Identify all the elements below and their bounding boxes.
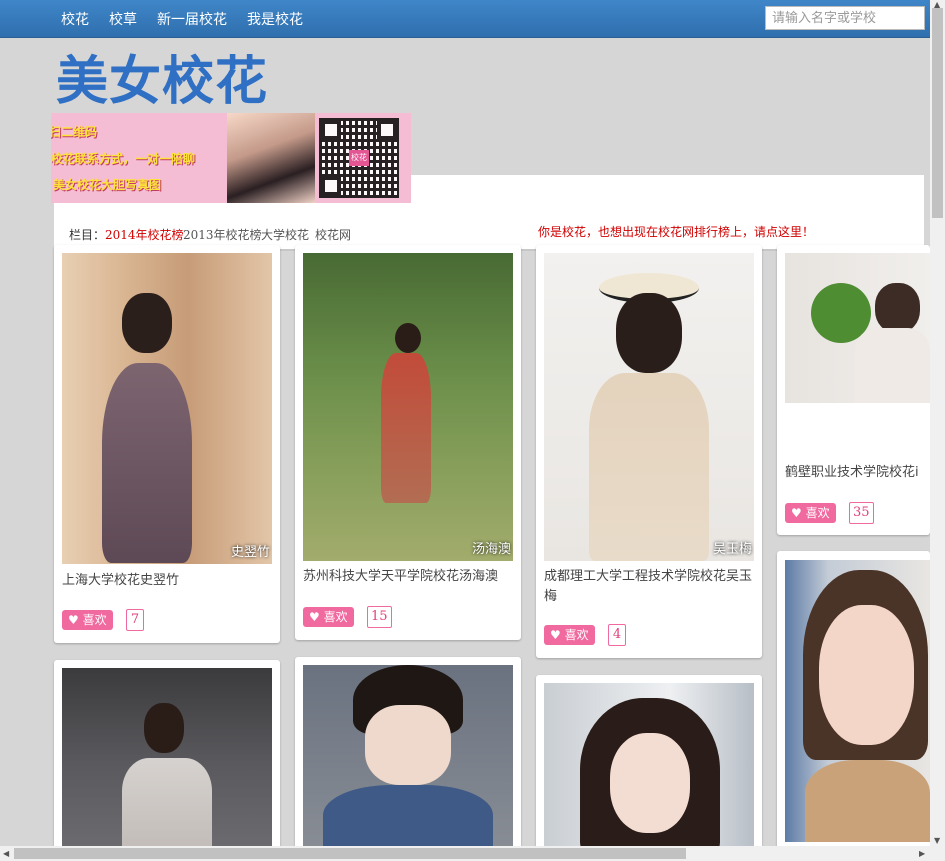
qr-banner[interactable]: 扫二维码 校花联系方式，一对一陪聊 美女校花大胆写真图 校花 [51, 113, 411, 203]
apply-notice-link[interactable]: 你是校花，也想出现在校花网排行榜上，请点这里！ [538, 223, 814, 240]
scroll-left-arrow-icon[interactable]: ◀ [3, 849, 9, 858]
card-title[interactable]: 苏州科技大学天平学院校花汤海澳 [303, 567, 498, 587]
girl-photo[interactable] [785, 253, 930, 403]
girl-photo[interactable]: 吴玉梅 [544, 253, 754, 561]
girl-photo[interactable]: 汤海澳 [303, 253, 513, 561]
category-link-xiaohuawang[interactable]: 校花网 [315, 226, 351, 243]
girl-photo[interactable] [544, 683, 754, 860]
nav-link-xiaohua[interactable]: 校花 [61, 9, 89, 29]
search-input[interactable] [765, 6, 925, 30]
like-label: 喜欢 [564, 628, 589, 642]
category-bar: 栏目： 2014年校花榜 2013年校花榜 大学校花 校花网 你是校花，也想出现… [54, 203, 924, 251]
horizontal-scrollbar-thumb[interactable] [14, 848, 686, 859]
site-logo[interactable]: 美女校花 [56, 52, 268, 112]
like-count: 4 [608, 624, 626, 646]
card-title[interactable]: 上海大学校花史翌竹 [62, 571, 179, 591]
girl-card[interactable]: 汤海澳 苏州科技大学天平学院校花汤海澳 ♥ 喜欢 15 [295, 245, 521, 640]
girl-card[interactable] [54, 660, 280, 860]
qr-code-image: 校花 [319, 118, 399, 198]
girl-photo[interactable] [785, 560, 930, 842]
nav-link-new-xiaohua[interactable]: 新一届校花 [157, 9, 227, 29]
name-tag: 汤海澳 [471, 542, 511, 557]
girl-photo[interactable]: 史翌竹 [62, 253, 272, 564]
category-link-2013[interactable]: 2013年校花榜 [183, 226, 262, 243]
girl-card[interactable]: 史翌竹 上海大学校花史翌竹 ♥ 喜欢 7 [54, 245, 280, 643]
banner-line: 校花联系方式，一对一陪聊 [51, 152, 196, 166]
vertical-scrollbar-thumb[interactable] [932, 8, 943, 218]
girl-photo[interactable] [303, 665, 513, 860]
scroll-right-arrow-icon[interactable]: ▶ [919, 849, 925, 858]
scroll-up-arrow-icon[interactable]: ▲ [934, 0, 940, 9]
nav-link-xiaocao[interactable]: 校草 [109, 9, 137, 29]
girl-photo[interactable] [62, 668, 272, 860]
banner-portrait-image [227, 113, 315, 203]
qr-badge-logo: 校花 [349, 150, 369, 166]
like-label: 喜欢 [805, 506, 830, 520]
like-count: 7 [126, 609, 144, 631]
card-title[interactable]: 鹤壁职业技术学院校花i [785, 463, 930, 483]
like-label: 喜欢 [82, 613, 107, 627]
like-count: 35 [849, 502, 874, 524]
card-title[interactable]: 成都理工大学工程技术学院校花吴玉梅 [544, 567, 754, 607]
name-tag: 史翌竹 [230, 545, 270, 560]
scroll-down-arrow-icon[interactable]: ▼ [934, 836, 940, 845]
banner-line: 美女校花大胆写真图 [53, 178, 162, 192]
banner-line: 扫二维码 [51, 125, 98, 139]
like-button[interactable]: ♥ 喜欢 [785, 503, 836, 523]
category-link-2014[interactable]: 2014年校花榜 [105, 226, 184, 243]
category-link-university[interactable]: 大学校花 [261, 226, 309, 243]
like-button[interactable]: ♥ 喜欢 [544, 625, 595, 645]
girl-card[interactable] [295, 657, 521, 860]
girl-card[interactable]: 鹤壁职业技术学院校花i ♥ 喜欢 35 [777, 245, 930, 535]
girl-card[interactable] [536, 675, 762, 860]
like-button[interactable]: ♥ 喜欢 [62, 610, 113, 630]
nav-link-i-am-xiaohua[interactable]: 我是校花 [247, 9, 303, 29]
like-label: 喜欢 [323, 610, 348, 624]
like-button[interactable]: ♥ 喜欢 [303, 607, 354, 627]
name-tag: 吴玉梅 [712, 542, 752, 557]
girl-card[interactable] [777, 551, 930, 860]
top-nav-bar: 校花 校草 新一届校花 我是校花 [0, 0, 930, 38]
like-count: 15 [367, 606, 392, 628]
girl-card[interactable]: 吴玉梅 成都理工大学工程技术学院校花吴玉梅 ♥ 喜欢 4 [536, 245, 762, 658]
category-label: 栏目： [69, 228, 106, 242]
